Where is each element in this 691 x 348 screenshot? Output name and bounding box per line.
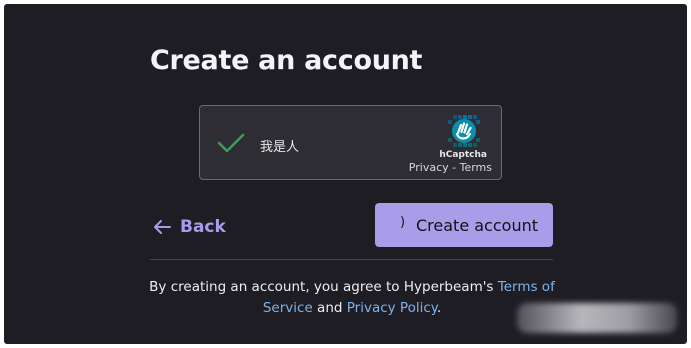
hcaptcha-privacy-link[interactable]: Privacy — [409, 161, 449, 174]
divider — [150, 259, 553, 260]
legal-prefix: By creating an account, you agree to Hyp… — [149, 279, 498, 295]
legal-conjunction: and — [312, 300, 347, 316]
hcaptcha-brand-label: hCaptcha — [439, 150, 487, 160]
privacy-policy-link[interactable]: Privacy Policy — [347, 300, 437, 316]
signup-panel: Create an account 我是人 hCaptcha Privacy -… — [4, 4, 687, 344]
arrow-left-icon — [154, 220, 171, 234]
legal-notice: By creating an account, you agree to Hyp… — [144, 277, 560, 319]
hcaptcha-link-separator: - — [448, 161, 460, 174]
blurred-watermark — [517, 303, 677, 333]
hcaptcha-terms-link[interactable]: Terms — [460, 161, 492, 174]
captcha-status-label: 我是人 — [260, 140, 300, 155]
hcaptcha-widget[interactable]: 我是人 hCaptcha Privacy - Terms — [199, 105, 502, 180]
back-button-label: Back — [180, 217, 226, 237]
back-button[interactable]: Back — [153, 214, 226, 240]
page-title: Create an account — [150, 45, 423, 76]
create-account-label: Create account — [416, 216, 538, 235]
hcaptcha-logo-icon — [448, 115, 480, 147]
hcaptcha-links: Privacy - Terms — [409, 161, 492, 174]
screenshot-frame: Create an account 我是人 hCaptcha Privacy -… — [0, 0, 691, 348]
loading-spinner-icon: ) — [400, 215, 406, 230]
create-account-button[interactable]: ) Create account — [375, 203, 553, 247]
check-icon — [217, 133, 245, 153]
legal-suffix: . — [436, 300, 442, 316]
